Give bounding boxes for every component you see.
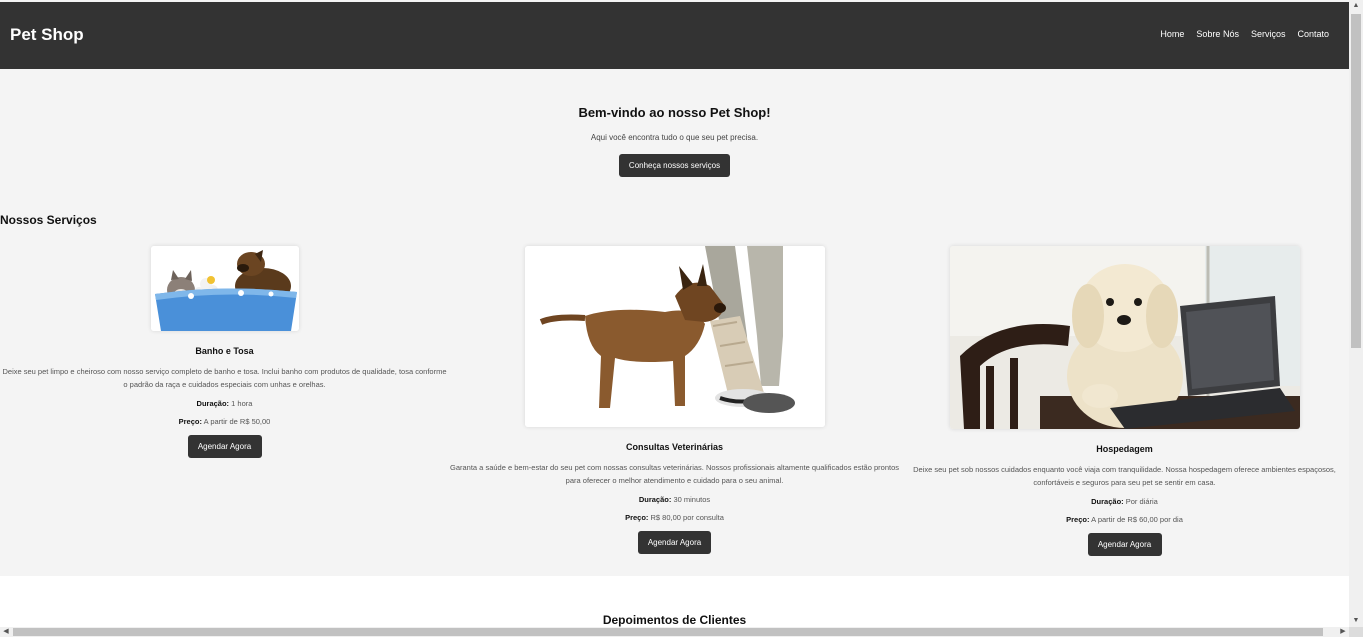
hero-subtitle: Aqui você encontra tudo o que seu pet pr… bbox=[590, 133, 759, 142]
price-value: R$ 80,00 por consulta bbox=[650, 513, 724, 522]
page-viewport: Pet Shop Home Sobre Nós Serviços Contato… bbox=[0, 0, 1349, 627]
service-price: Preço: R$ 80,00 por consulta bbox=[449, 513, 900, 522]
horizontal-scrollbar[interactable]: ◀ ▶ bbox=[0, 627, 1349, 637]
price-label: Preço: bbox=[178, 417, 202, 426]
horizontal-scroll-thumb[interactable] bbox=[13, 628, 1323, 636]
duration-label: Duração: bbox=[638, 495, 672, 504]
services-heading: Nossos Serviços bbox=[0, 213, 97, 227]
main-nav: Home Sobre Nós Serviços Contato bbox=[1160, 29, 1329, 39]
price-label: Preço: bbox=[625, 513, 649, 522]
service-description: Garanta a saúde e bem-estar do seu pet c… bbox=[450, 463, 899, 485]
service-image-vet bbox=[524, 246, 825, 427]
testimonials-section: Depoimentos de Clientes bbox=[0, 576, 1349, 627]
schedule-button[interactable]: Agendar Agora bbox=[187, 435, 262, 458]
duration-value: Por diária bbox=[1125, 497, 1158, 506]
vertical-scrollbar[interactable]: ▲ ▼ bbox=[1349, 0, 1363, 627]
price-value: A partir de R$ 50,00 bbox=[203, 417, 271, 426]
scroll-left-icon[interactable]: ◀ bbox=[0, 627, 12, 637]
site-header: Pet Shop Home Sobre Nós Serviços Contato bbox=[0, 2, 1349, 69]
nav-link-sobre-nos[interactable]: Sobre Nós bbox=[1196, 29, 1239, 39]
vertical-scroll-thumb[interactable] bbox=[1351, 14, 1361, 348]
nav-link-servicos[interactable]: Serviços bbox=[1251, 29, 1286, 39]
service-duration: Duração: 1 hora bbox=[0, 399, 449, 408]
service-description: Deixe seu pet limpo e cheiroso com nosso… bbox=[2, 367, 447, 389]
scroll-up-icon[interactable]: ▲ bbox=[1349, 0, 1363, 12]
price-value: A partir de R$ 60,00 por dia bbox=[1091, 515, 1183, 524]
service-image-boarding bbox=[949, 246, 1300, 429]
scroll-right-icon[interactable]: ▶ bbox=[1337, 627, 1349, 637]
testimonials-heading: Depoimentos de Clientes bbox=[602, 613, 747, 627]
nav-link-home[interactable]: Home bbox=[1160, 29, 1184, 39]
hero-title: Bem-vindo ao nosso Pet Shop! bbox=[578, 105, 771, 120]
service-title: Consultas Veterinárias bbox=[625, 442, 724, 452]
service-description: Deixe seu pet sob nossos cuidados enquan… bbox=[913, 465, 1336, 487]
site-logo[interactable]: Pet Shop bbox=[10, 25, 84, 45]
service-image-bath bbox=[150, 246, 299, 331]
service-price: Preço: A partir de R$ 60,00 por dia bbox=[900, 515, 1349, 524]
nav-link-contato[interactable]: Contato bbox=[1297, 29, 1329, 39]
schedule-button[interactable]: Agendar Agora bbox=[638, 531, 711, 554]
service-duration: Duração: 30 minutos bbox=[449, 495, 900, 504]
service-card-consultas: Consultas Veterinárias Garanta a saúde e… bbox=[449, 246, 900, 554]
duration-label: Duração: bbox=[1091, 497, 1124, 506]
duration-label: Duração: bbox=[196, 399, 230, 408]
scrollbar-corner bbox=[1349, 627, 1363, 637]
scroll-down-icon[interactable]: ▼ bbox=[1349, 615, 1363, 627]
service-card-banho-tosa: Banho e Tosa Deixe seu pet limpo e cheir… bbox=[0, 246, 449, 458]
hero-cta-button[interactable]: Conheça nossos serviços bbox=[619, 154, 730, 177]
service-price: Preço: A partir de R$ 50,00 bbox=[0, 417, 449, 426]
service-title: Hospedagem bbox=[1096, 444, 1153, 454]
service-title: Banho e Tosa bbox=[195, 346, 254, 356]
price-label: Preço: bbox=[1066, 515, 1090, 524]
service-card-hospedagem: Hospedagem Deixe seu pet sob nossos cuid… bbox=[900, 246, 1349, 556]
hero-section: Bem-vindo ao nosso Pet Shop! Aqui você e… bbox=[0, 69, 1349, 199]
service-duration: Duração: Por diária bbox=[900, 497, 1349, 506]
duration-value: 1 hora bbox=[231, 399, 253, 408]
schedule-button[interactable]: Agendar Agora bbox=[1087, 533, 1162, 556]
duration-value: 30 minutos bbox=[673, 495, 711, 504]
